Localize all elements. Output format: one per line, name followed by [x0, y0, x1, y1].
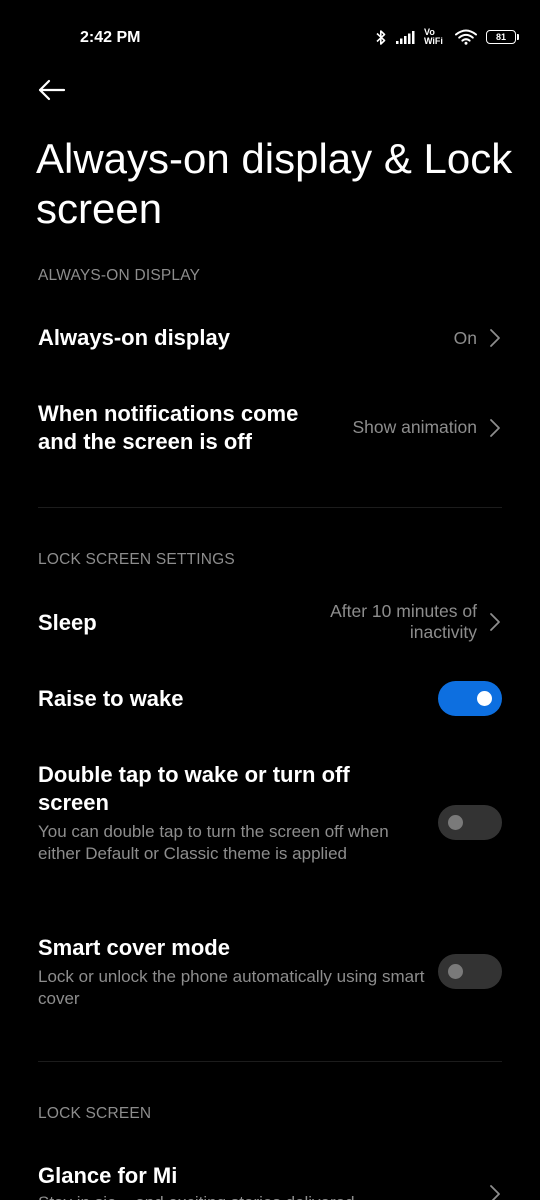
vowifi-bottom-label: WiFi: [424, 36, 443, 46]
always-on-display-row[interactable]: Always-on display On: [0, 304, 540, 372]
smart-cover-title: Smart cover mode: [38, 935, 230, 960]
chevron-right-icon: [490, 329, 500, 347]
divider: [38, 507, 502, 508]
toggle-knob: [477, 691, 492, 706]
vowifi-icon: Vo WiFi: [424, 28, 446, 46]
battery-level: 81: [495, 31, 506, 42]
glance-subtitle: Stay in sie... and exciting stories deli…: [38, 1192, 428, 1200]
section-header-lock-screen: LOCK SCREEN: [38, 1105, 152, 1122]
toggle-knob: [448, 815, 463, 830]
chevron-right-icon: [490, 419, 500, 437]
chevron-right-icon: [490, 613, 500, 631]
section-header-aod: ALWAYS-ON DISPLAY: [38, 267, 201, 284]
always-on-display-title: Always-on display: [38, 325, 230, 350]
notifications-value: Show animation: [352, 417, 477, 437]
sleep-value-line2: inactivity: [409, 622, 477, 642]
arrow-left-icon: [38, 79, 66, 101]
section-header-lock-settings: LOCK SCREEN SETTINGS: [38, 551, 235, 568]
double-tap-subtitle: You can double tap to turn the screen of…: [38, 822, 389, 863]
glance-title: Glance for Mi: [38, 1163, 178, 1188]
page-title: Always-on display & Lock screen: [36, 135, 513, 232]
chevron-right-icon: [490, 1185, 500, 1200]
smart-cover-toggle[interactable]: [438, 954, 502, 989]
always-on-display-value: On: [453, 328, 477, 348]
double-tap-title-line1: Double tap to wake or turn off: [38, 762, 350, 787]
signal-icon: [396, 30, 415, 44]
notifications-title-line2: and the screen is off: [38, 429, 252, 454]
sleep-row[interactable]: Sleep After 10 minutes of inactivity: [0, 590, 540, 656]
battery-icon: 81: [486, 30, 519, 44]
smart-cover-subtitle: Lock or unlock the phone automatically u…: [38, 967, 425, 1008]
notifications-title-line1: When notifications come: [38, 401, 299, 426]
double-tap-title-line2: screen: [38, 790, 109, 815]
glance-for-mi-row[interactable]: Glance for Mi Stay in sie... and excitin…: [0, 1150, 540, 1200]
sleep-title: Sleep: [38, 610, 97, 635]
double-tap-toggle[interactable]: [438, 805, 502, 840]
raise-to-wake-title: Raise to wake: [38, 686, 184, 711]
raise-to-wake-toggle[interactable]: [438, 681, 502, 716]
status-time: 2:42 PM: [80, 29, 141, 46]
toggle-knob: [448, 964, 463, 979]
status-icons: Vo WiFi 81: [376, 28, 519, 46]
wifi-icon: [455, 29, 477, 45]
status-bar: 2:42 PM Vo WiFi 81: [0, 0, 540, 76]
back-button[interactable]: [36, 76, 72, 104]
bluetooth-icon: [376, 29, 386, 45]
notifications-screen-off-row[interactable]: When notifications come and the screen i…: [0, 386, 540, 470]
sleep-value-line1: After 10 minutes of: [330, 601, 477, 621]
divider: [38, 1061, 502, 1062]
